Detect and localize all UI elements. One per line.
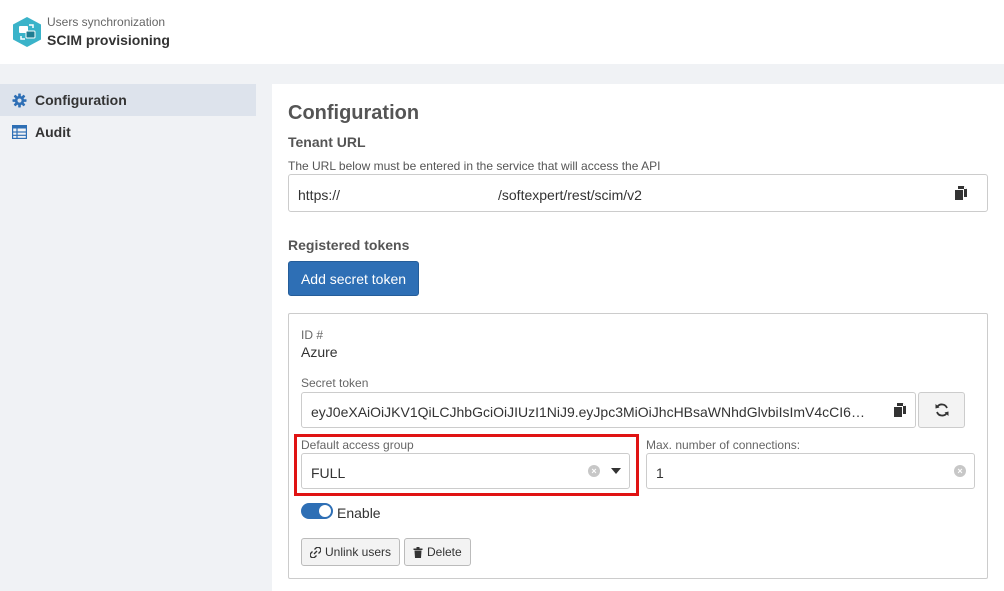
tenant-url-heading: Tenant URL <box>288 134 366 150</box>
gear-icon <box>12 92 27 108</box>
clear-icon[interactable]: × <box>588 465 600 477</box>
enable-label: Enable <box>337 505 381 521</box>
unlink-icon <box>310 546 321 558</box>
delete-label: Delete <box>427 545 462 559</box>
access-group-select[interactable]: FULL × <box>301 453 630 489</box>
tenant-url-suffix: /softexpert/rest/scim/v2 <box>498 187 642 203</box>
id-label: ID # <box>301 328 324 342</box>
tenant-url-prefix: https:// <box>298 187 341 203</box>
clear-icon[interactable]: × <box>954 465 966 477</box>
app-header: Users synchronization SCIM provisioning <box>0 0 1004 64</box>
registered-tokens-heading: Registered tokens <box>288 237 410 253</box>
token-card: ID # Azure Secret token eyJ0eXAiOiJKV1Qi… <box>288 313 988 579</box>
trash-icon <box>413 546 423 558</box>
tenant-url-description: The URL below must be entered in the ser… <box>288 159 661 173</box>
delete-button[interactable]: Delete <box>404 538 471 566</box>
sidebar-item-label: Audit <box>35 124 71 140</box>
unlink-users-label: Unlink users <box>325 545 392 559</box>
access-group-label: Default access group <box>301 438 414 452</box>
tenant-url-field[interactable]: https:// /softexpert/rest/scim/v2 <box>288 174 988 212</box>
id-value: Azure <box>301 344 338 360</box>
sidebar-item-configuration[interactable]: Configuration <box>0 84 256 116</box>
max-connections-label: Max. number of connections: <box>646 438 801 452</box>
top-strip <box>272 64 1004 84</box>
secret-token-label: Secret token <box>301 376 369 390</box>
chevron-down-icon[interactable] <box>611 468 621 474</box>
secret-token-value: eyJ0eXAiOiJKV1QiLCJhbGciOiJIUzI1NiJ9.eyJ… <box>311 404 865 420</box>
refresh-icon <box>935 403 948 417</box>
toggle-knob <box>319 505 331 517</box>
page-title: Configuration <box>288 102 420 124</box>
max-connections-field[interactable]: 1 × <box>646 453 975 489</box>
enable-toggle[interactable] <box>301 503 333 519</box>
table-icon <box>12 125 27 139</box>
app-title: SCIM provisioning <box>47 32 170 48</box>
regenerate-token-button[interactable] <box>918 392 965 428</box>
app-subtitle: Users synchronization <box>47 15 166 29</box>
unlink-users-button[interactable]: Unlink users <box>301 538 401 566</box>
sidebar-item-label: Configuration <box>35 92 127 108</box>
sidebar-item-audit[interactable]: Audit <box>0 116 256 148</box>
copy-icon[interactable] <box>893 403 907 418</box>
add-secret-token-button[interactable]: Add secret token <box>288 261 419 296</box>
copy-icon[interactable] <box>954 186 968 201</box>
access-group-value: FULL <box>311 465 346 481</box>
max-connections-value: 1 <box>656 465 664 481</box>
main-panel: Configuration Tenant URL The URL below m… <box>272 84 1004 591</box>
sidebar: Configuration Audit <box>0 64 272 591</box>
secret-token-field[interactable]: eyJ0eXAiOiJKV1QiLCJhbGciOiJIUzI1NiJ9.eyJ… <box>301 392 916 428</box>
scim-logo-icon <box>13 17 41 47</box>
